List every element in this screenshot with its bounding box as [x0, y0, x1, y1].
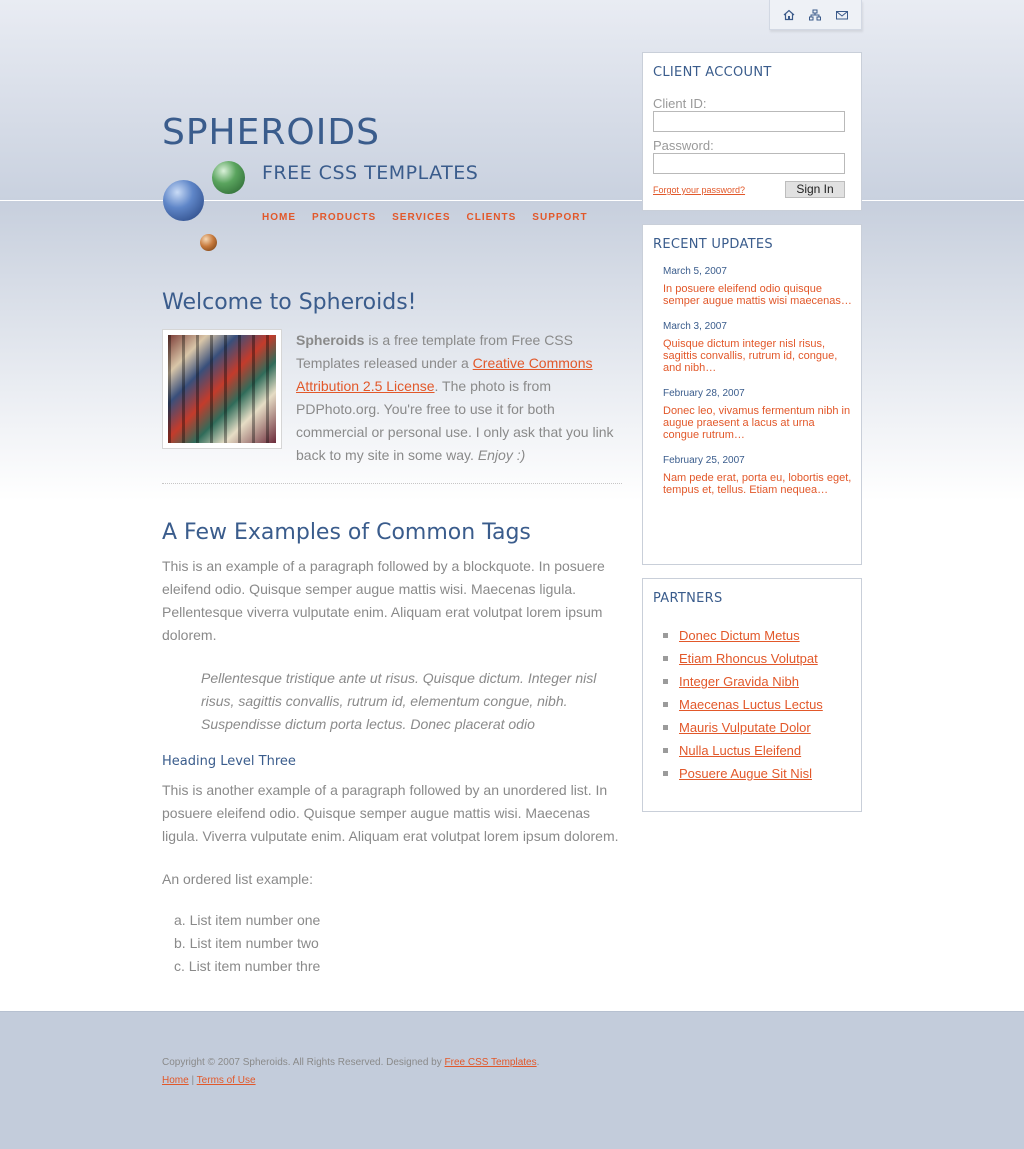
partner-link[interactable]: Etiam Rhoncus Volutpat: [679, 651, 818, 666]
sitemap-icon[interactable]: [808, 8, 822, 22]
heading-level-three: Heading Level Three: [162, 754, 296, 769]
nav-services[interactable]: SERVICES: [392, 212, 450, 223]
footer-separator: |: [188, 1075, 197, 1086]
blue-sphere-logo: [163, 180, 204, 221]
list-item: a. List item number one: [174, 909, 622, 932]
list-item: Nulla Luctus Eleifend: [663, 739, 861, 762]
partner-link[interactable]: Mauris Vulputate Dolor: [679, 720, 811, 735]
list-item-text: List item number two: [189, 935, 319, 951]
paragraph-1: This is an example of a paragraph follow…: [162, 558, 605, 643]
footer-home-link[interactable]: Home: [162, 1075, 189, 1086]
blockquote: Pellentesque tristique ante ut risus. Qu…: [201, 670, 597, 732]
client-id-input[interactable]: [653, 111, 845, 132]
list-item: Donec Dictum Metus: [663, 624, 861, 647]
update-date: March 3, 2007: [663, 321, 727, 332]
partners-list: Donec Dictum Metus Etiam Rhoncus Volutpa…: [663, 624, 861, 785]
intro-section: Spheroids is a free template from Free C…: [162, 329, 622, 463]
main-navigation: HOME PRODUCTS SERVICES CLIENTS SUPPORT: [262, 212, 604, 223]
designer-link[interactable]: Free CSS Templates: [445, 1057, 537, 1068]
ordered-list-intro: An ordered list example:: [162, 871, 313, 887]
update-date: March 5, 2007: [663, 266, 727, 277]
copyright-period: .: [536, 1057, 540, 1068]
list-item: Maecenas Luctus Lectus: [663, 693, 861, 716]
update-link[interactable]: Donec leo, vivamus fermentum nibh in aug…: [663, 405, 853, 441]
recent-updates-box: RECENT UPDATES March 5, 2007 In posuere …: [642, 224, 862, 565]
client-account-title: CLIENT ACCOUNT: [653, 65, 772, 80]
update-item: March 5, 2007 In posuere eleifend odio q…: [663, 266, 853, 307]
terms-link[interactable]: Terms of Use: [197, 1075, 256, 1086]
list-marker: a.: [174, 912, 186, 928]
nav-clients[interactable]: CLIENTS: [467, 212, 517, 223]
main-content: Welcome to Spheroids! Spheroids is a fre…: [162, 290, 622, 978]
green-sphere-logo: [212, 161, 245, 194]
password-label: Password:: [653, 138, 714, 153]
nav-home[interactable]: HOME: [262, 212, 296, 223]
update-item: February 28, 2007 Donec leo, vivamus fer…: [663, 388, 853, 441]
list-item: b. List item number two: [174, 932, 622, 955]
copyright-line: Copyright © 2007 Spheroids. All Rights R…: [162, 1054, 539, 1072]
partners-title: PARTNERS: [653, 591, 723, 606]
partner-link[interactable]: Donec Dictum Metus: [679, 628, 800, 643]
partner-link[interactable]: Integer Gravida Nibh: [679, 674, 799, 689]
recent-updates-title: RECENT UPDATES: [653, 237, 773, 252]
list-item: Integer Gravida Nibh: [663, 670, 861, 693]
list-item: Etiam Rhoncus Volutpat: [663, 647, 861, 670]
colorful-fabric-image: [168, 335, 276, 443]
orange-sphere-logo: [200, 234, 217, 251]
list-item-text: List item number one: [189, 912, 321, 928]
welcome-title: Welcome to Spheroids!: [162, 290, 417, 315]
tags-title: A Few Examples of Common Tags: [162, 520, 531, 545]
home-icon[interactable]: [782, 8, 796, 22]
intro-enjoy: Enjoy :): [477, 447, 526, 463]
partner-link[interactable]: Nulla Luctus Eleifend: [679, 743, 801, 758]
nav-support[interactable]: SUPPORT: [532, 212, 587, 223]
list-item-text: List item number thre: [188, 958, 321, 974]
nav-products[interactable]: PRODUCTS: [312, 212, 376, 223]
update-date: February 25, 2007: [663, 455, 745, 466]
sign-in-button[interactable]: Sign In: [785, 181, 845, 198]
partner-link[interactable]: Maecenas Luctus Lectus: [679, 697, 823, 712]
list-marker: c.: [174, 958, 185, 974]
partner-link[interactable]: Posuere Augue Sit Nisl: [679, 766, 812, 781]
paragraph-2: This is another example of a paragraph f…: [162, 782, 619, 844]
update-date: February 28, 2007: [663, 388, 745, 399]
list-item: Posuere Augue Sit Nisl: [663, 762, 861, 785]
client-account-box: CLIENT ACCOUNT Client ID: Password: Forg…: [642, 52, 862, 211]
update-link[interactable]: In posuere eleifend odio quisque semper …: [663, 283, 853, 307]
ordered-list: a. List item number one b. List item num…: [174, 909, 622, 978]
list-item: Mauris Vulputate Dolor: [663, 716, 861, 739]
list-marker: b.: [174, 935, 186, 951]
list-item: c. List item number thre: [174, 955, 622, 978]
top-icon-bar: [769, 0, 862, 30]
header-background: [0, 0, 1024, 200]
password-input[interactable]: [653, 153, 845, 174]
partners-box: PARTNERS Donec Dictum Metus Etiam Rhoncu…: [642, 578, 862, 812]
update-link[interactable]: Quisque dictum integer nisl risus, sagit…: [663, 338, 853, 374]
mail-icon[interactable]: [835, 8, 849, 22]
client-id-label: Client ID:: [653, 96, 707, 111]
update-item: February 25, 2007 Nam pede erat, porta e…: [663, 455, 853, 496]
intro-brand: Spheroids: [296, 332, 365, 348]
site-title[interactable]: SPHEROIDS: [162, 112, 380, 153]
update-item: March 3, 2007 Quisque dictum integer nis…: [663, 321, 853, 374]
dotted-divider: [162, 483, 622, 484]
forgot-password-link[interactable]: Forgot your password?: [653, 185, 745, 195]
update-link[interactable]: Nam pede erat, porta eu, lobortis eget, …: [663, 472, 853, 496]
intro-photo: [162, 329, 282, 449]
intro-paragraph: Spheroids is a free template from Free C…: [296, 329, 622, 467]
site-tagline: FREE CSS TEMPLATES: [262, 162, 479, 184]
footer: Copyright © 2007 Spheroids. All Rights R…: [162, 1054, 539, 1090]
footer-links: Home | Terms of Use: [162, 1072, 539, 1090]
copyright-text: Copyright © 2007 Spheroids. All Rights R…: [162, 1057, 445, 1068]
